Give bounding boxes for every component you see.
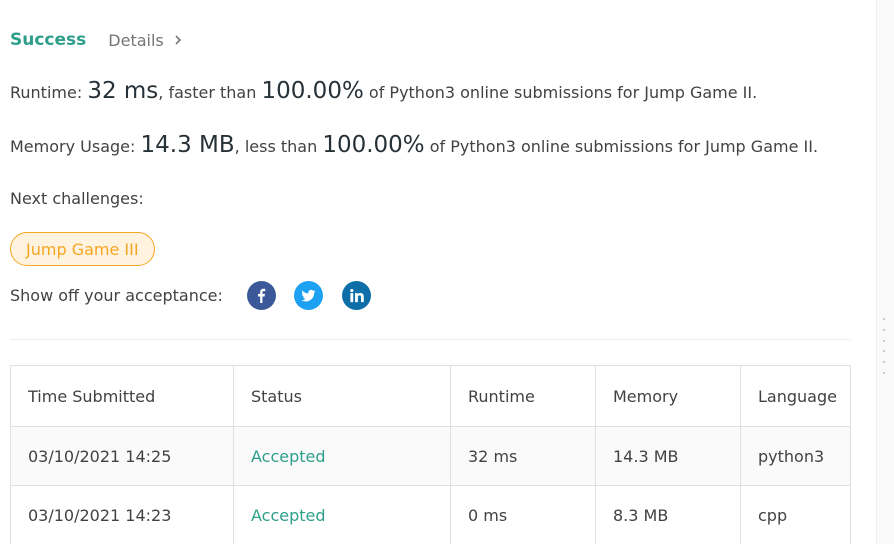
header-time-submitted[interactable]: Time Submitted [10, 365, 234, 427]
memory-label: Memory Usage: [10, 137, 136, 156]
runtime-suffix: of Python3 online submissions for Jump G… [368, 83, 758, 102]
details-link[interactable]: Details [108, 31, 183, 50]
cell-language: python3 [740, 426, 851, 486]
runtime-comparison: , faster than [158, 83, 257, 102]
linkedin-icon[interactable] [342, 281, 371, 310]
runtime-summary: Runtime: 32 ms, faster than 100.00% of P… [10, 78, 757, 104]
next-challenges-label: Next challenges: [10, 189, 144, 208]
memory-suffix: of Python3 online submissions for Jump G… [429, 137, 819, 156]
cell-time-submitted: 03/10/2021 14:25 [10, 426, 234, 486]
challenge-chip-jump-game-iii[interactable]: Jump Game III [10, 232, 155, 266]
share-label: Show off your acceptance: [10, 286, 223, 305]
facebook-icon[interactable] [247, 281, 276, 310]
cell-language: cpp [740, 485, 851, 544]
result-header: Success Details [10, 28, 184, 52]
table-row: 03/10/2021 14:23 Accepted 0 ms 8.3 MB cp… [10, 485, 851, 544]
runtime-value: 32 ms [87, 78, 159, 104]
table-header-row: Time Submitted Status Runtime Memory Lan… [10, 365, 851, 427]
cell-time-submitted: 03/10/2021 14:23 [10, 485, 234, 544]
section-divider [10, 339, 851, 340]
memory-value: 14.3 MB [140, 132, 235, 158]
runtime-percent: 100.00% [261, 78, 364, 104]
submissions-table: Time Submitted Status Runtime Memory Lan… [10, 365, 851, 544]
twitter-icon[interactable] [294, 281, 323, 310]
memory-summary: Memory Usage: 14.3 MB, less than 100.00%… [10, 132, 818, 158]
header-language[interactable]: Language [740, 365, 851, 427]
header-runtime[interactable]: Runtime [450, 365, 596, 427]
panel-resize-gutter[interactable] [876, 0, 894, 544]
memory-percent: 100.00% [322, 132, 425, 158]
memory-comparison: , less than [234, 137, 318, 156]
submission-result-panel: Success Details Runtime: 32 ms, faster t… [0, 0, 876, 544]
table-row: 03/10/2021 14:25 Accepted 32 ms 14.3 MB … [10, 426, 851, 486]
cell-runtime: 32 ms [450, 426, 596, 486]
cell-status-link[interactable]: Accepted [233, 426, 451, 486]
details-label: Details [108, 30, 164, 50]
header-memory[interactable]: Memory [595, 365, 741, 427]
header-status[interactable]: Status [233, 365, 451, 427]
success-status: Success [10, 30, 87, 50]
cell-memory: 8.3 MB [595, 485, 741, 544]
chevron-right-icon [175, 35, 181, 45]
cell-status-link[interactable]: Accepted [233, 485, 451, 544]
cell-memory: 14.3 MB [595, 426, 741, 486]
drag-handle-icon[interactable] [882, 318, 886, 374]
cell-runtime: 0 ms [450, 485, 596, 544]
runtime-label: Runtime: [10, 83, 83, 102]
